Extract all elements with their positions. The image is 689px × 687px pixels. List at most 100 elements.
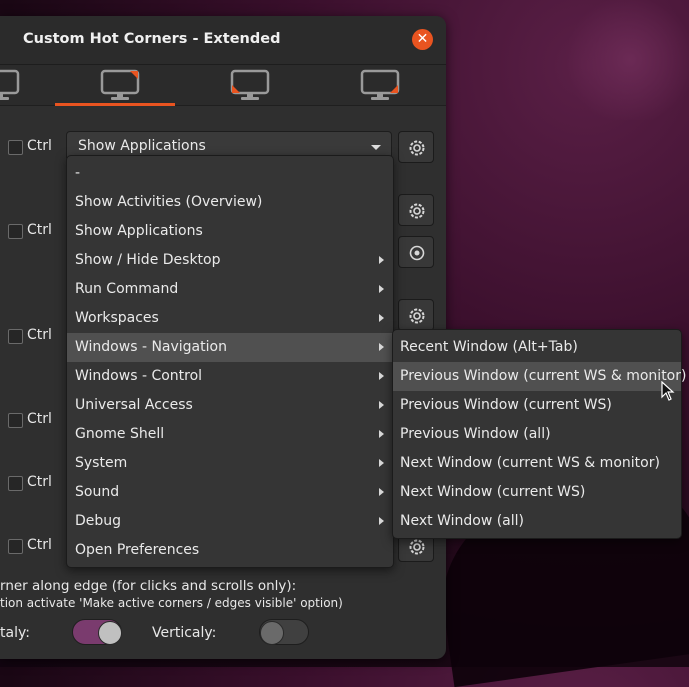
submenu-item-label: Next Window (current WS & monitor) <box>400 455 660 471</box>
menu-item-label: System <box>75 455 128 471</box>
chevron-right-icon <box>379 430 384 438</box>
menu-item-label: Sound <box>75 484 120 500</box>
chevron-right-icon <box>379 285 384 293</box>
menu-item-sound[interactable]: Sound <box>67 478 393 507</box>
chevron-right-icon <box>379 314 384 322</box>
switch-knob <box>98 621 122 645</box>
close-icon: ✕ <box>416 31 429 47</box>
mouse-pointer-icon <box>661 381 675 401</box>
menu-item-label: Windows - Navigation <box>75 339 227 355</box>
close-button[interactable]: ✕ <box>412 29 433 50</box>
switch-knob <box>260 621 284 645</box>
ctrl-checkbox[interactable] <box>8 476 23 491</box>
ctrl-checkbox[interactable] <box>8 413 23 428</box>
action-dropdown-menu: - Show Activities (Overview) Show Applic… <box>66 155 394 568</box>
chevron-right-icon <box>379 372 384 380</box>
menu-item-label: - <box>75 165 81 181</box>
submenu-item-next-window-all[interactable]: Next Window (all) <box>393 507 681 536</box>
titlebar: Custom Hot Corners - Extended ✕ <box>0 16 446 65</box>
chevron-right-icon <box>379 488 384 496</box>
gear-icon <box>409 140 425 156</box>
tab-monitor-bottom-left[interactable] <box>185 65 305 105</box>
ctrl-label: Ctrl <box>27 222 52 238</box>
ctrl-label: Ctrl <box>27 411 52 427</box>
combo-selected-value: Show Applications <box>78 138 206 154</box>
wallpaper-glow <box>560 0 689 120</box>
ctrl-label: Ctrl <box>27 327 52 343</box>
ctrl-checkbox[interactable] <box>8 140 23 155</box>
chevron-right-icon <box>379 343 384 351</box>
menu-item-windows-control[interactable]: Windows - Control <box>67 362 393 391</box>
chevron-right-icon <box>379 459 384 467</box>
ctrl-checkbox[interactable] <box>8 329 23 344</box>
monitor-bottom-right-corner-icon <box>360 69 400 100</box>
edge-hint-text: rner along edge (for clicks and scrolls … <box>0 578 297 594</box>
menu-item-none[interactable]: - <box>67 159 393 188</box>
menu-item-label: Open Preferences <box>75 542 200 558</box>
settings-button[interactable] <box>398 299 434 331</box>
chevron-down-icon <box>371 145 381 150</box>
menu-item-label: Show / Hide Desktop <box>75 252 221 268</box>
target-button[interactable] <box>398 236 434 268</box>
vertical-switch[interactable] <box>259 619 309 645</box>
menu-item-label: Debug <box>75 513 122 529</box>
menu-item-label: Windows - Control <box>75 368 203 384</box>
menu-item-run-command[interactable]: Run Command <box>67 275 393 304</box>
window-title: Custom Hot Corners - Extended <box>23 31 281 47</box>
submenu-item-recent-window[interactable]: Recent Window (Alt+Tab) <box>393 333 681 362</box>
submenu-item-prev-window-all[interactable]: Previous Window (all) <box>393 420 681 449</box>
submenu-item-label: Next Window (all) <box>400 513 524 529</box>
submenu-item-next-window-ws-monitor[interactable]: Next Window (current WS & monitor) <box>393 449 681 478</box>
menu-item-workspaces[interactable]: Workspaces <box>67 304 393 333</box>
menu-item-label: Run Command <box>75 281 179 297</box>
menu-item-open-preferences[interactable]: Open Preferences <box>67 536 393 565</box>
menu-item-label: Gnome Shell <box>75 426 165 442</box>
submenu-item-label: Next Window (current WS) <box>400 484 586 500</box>
menu-item-gnome-shell[interactable]: Gnome Shell <box>67 420 393 449</box>
settings-button[interactable] <box>398 131 434 163</box>
chevron-right-icon <box>379 256 384 264</box>
menu-item-system[interactable]: System <box>67 449 393 478</box>
settings-button[interactable] <box>398 194 434 226</box>
ctrl-label: Ctrl <box>27 537 52 553</box>
submenu-item-label: Previous Window (current WS & monitor) <box>400 368 687 384</box>
menu-item-windows-navigation[interactable]: Windows - Navigation <box>67 333 393 362</box>
target-icon <box>409 245 425 261</box>
menu-item-universal-access[interactable]: Universal Access <box>67 391 393 420</box>
gear-icon <box>409 308 425 324</box>
menu-item-show-applications[interactable]: Show Applications <box>67 217 393 246</box>
edge-hint-subtext: tion activate 'Make active corners / edg… <box>0 596 343 610</box>
monitor-top-right-corner-icon <box>100 69 140 100</box>
menu-item-show-hide-desktop[interactable]: Show / Hide Desktop <box>67 246 393 275</box>
menu-item-label: Show Activities (Overview) <box>75 194 263 210</box>
tab-monitor-bottom-right[interactable] <box>315 65 435 105</box>
submenu-item-label: Previous Window (current WS) <box>400 397 612 413</box>
menu-item-debug[interactable]: Debug <box>67 507 393 536</box>
monitor-icon <box>0 69 20 100</box>
gear-icon <box>409 539 425 555</box>
vertical-label: Verticaly: <box>152 625 217 641</box>
windows-navigation-submenu: Recent Window (Alt+Tab) Previous Window … <box>392 329 686 539</box>
tab-monitor-top-right[interactable] <box>55 65 175 106</box>
monitor-tabs <box>0 65 446 106</box>
horizontal-switch[interactable] <box>72 619 122 645</box>
ctrl-checkbox[interactable] <box>8 224 23 239</box>
ctrl-checkbox[interactable] <box>8 539 23 554</box>
menu-item-label: Universal Access <box>75 397 193 413</box>
horizontal-label: taly: <box>0 625 30 641</box>
submenu-item-label: Recent Window (Alt+Tab) <box>400 339 578 355</box>
submenu-item-prev-window-ws[interactable]: Previous Window (current WS) <box>393 391 681 420</box>
submenu-item-prev-window-ws-monitor[interactable]: Previous Window (current WS & monitor) <box>393 362 686 391</box>
menu-item-label: Workspaces <box>75 310 159 326</box>
submenu-item-label: Previous Window (all) <box>400 426 551 442</box>
ctrl-label: Ctrl <box>27 474 52 490</box>
tab-monitor-1[interactable] <box>0 65 55 105</box>
chevron-right-icon <box>379 401 384 409</box>
menu-item-show-activities[interactable]: Show Activities (Overview) <box>67 188 393 217</box>
monitor-bottom-left-corner-icon <box>230 69 270 100</box>
menu-item-label: Show Applications <box>75 223 203 239</box>
submenu-item-next-window-ws[interactable]: Next Window (current WS) <box>393 478 681 507</box>
ctrl-label: Ctrl <box>27 138 52 154</box>
gear-icon <box>409 203 425 219</box>
chevron-right-icon <box>379 517 384 525</box>
